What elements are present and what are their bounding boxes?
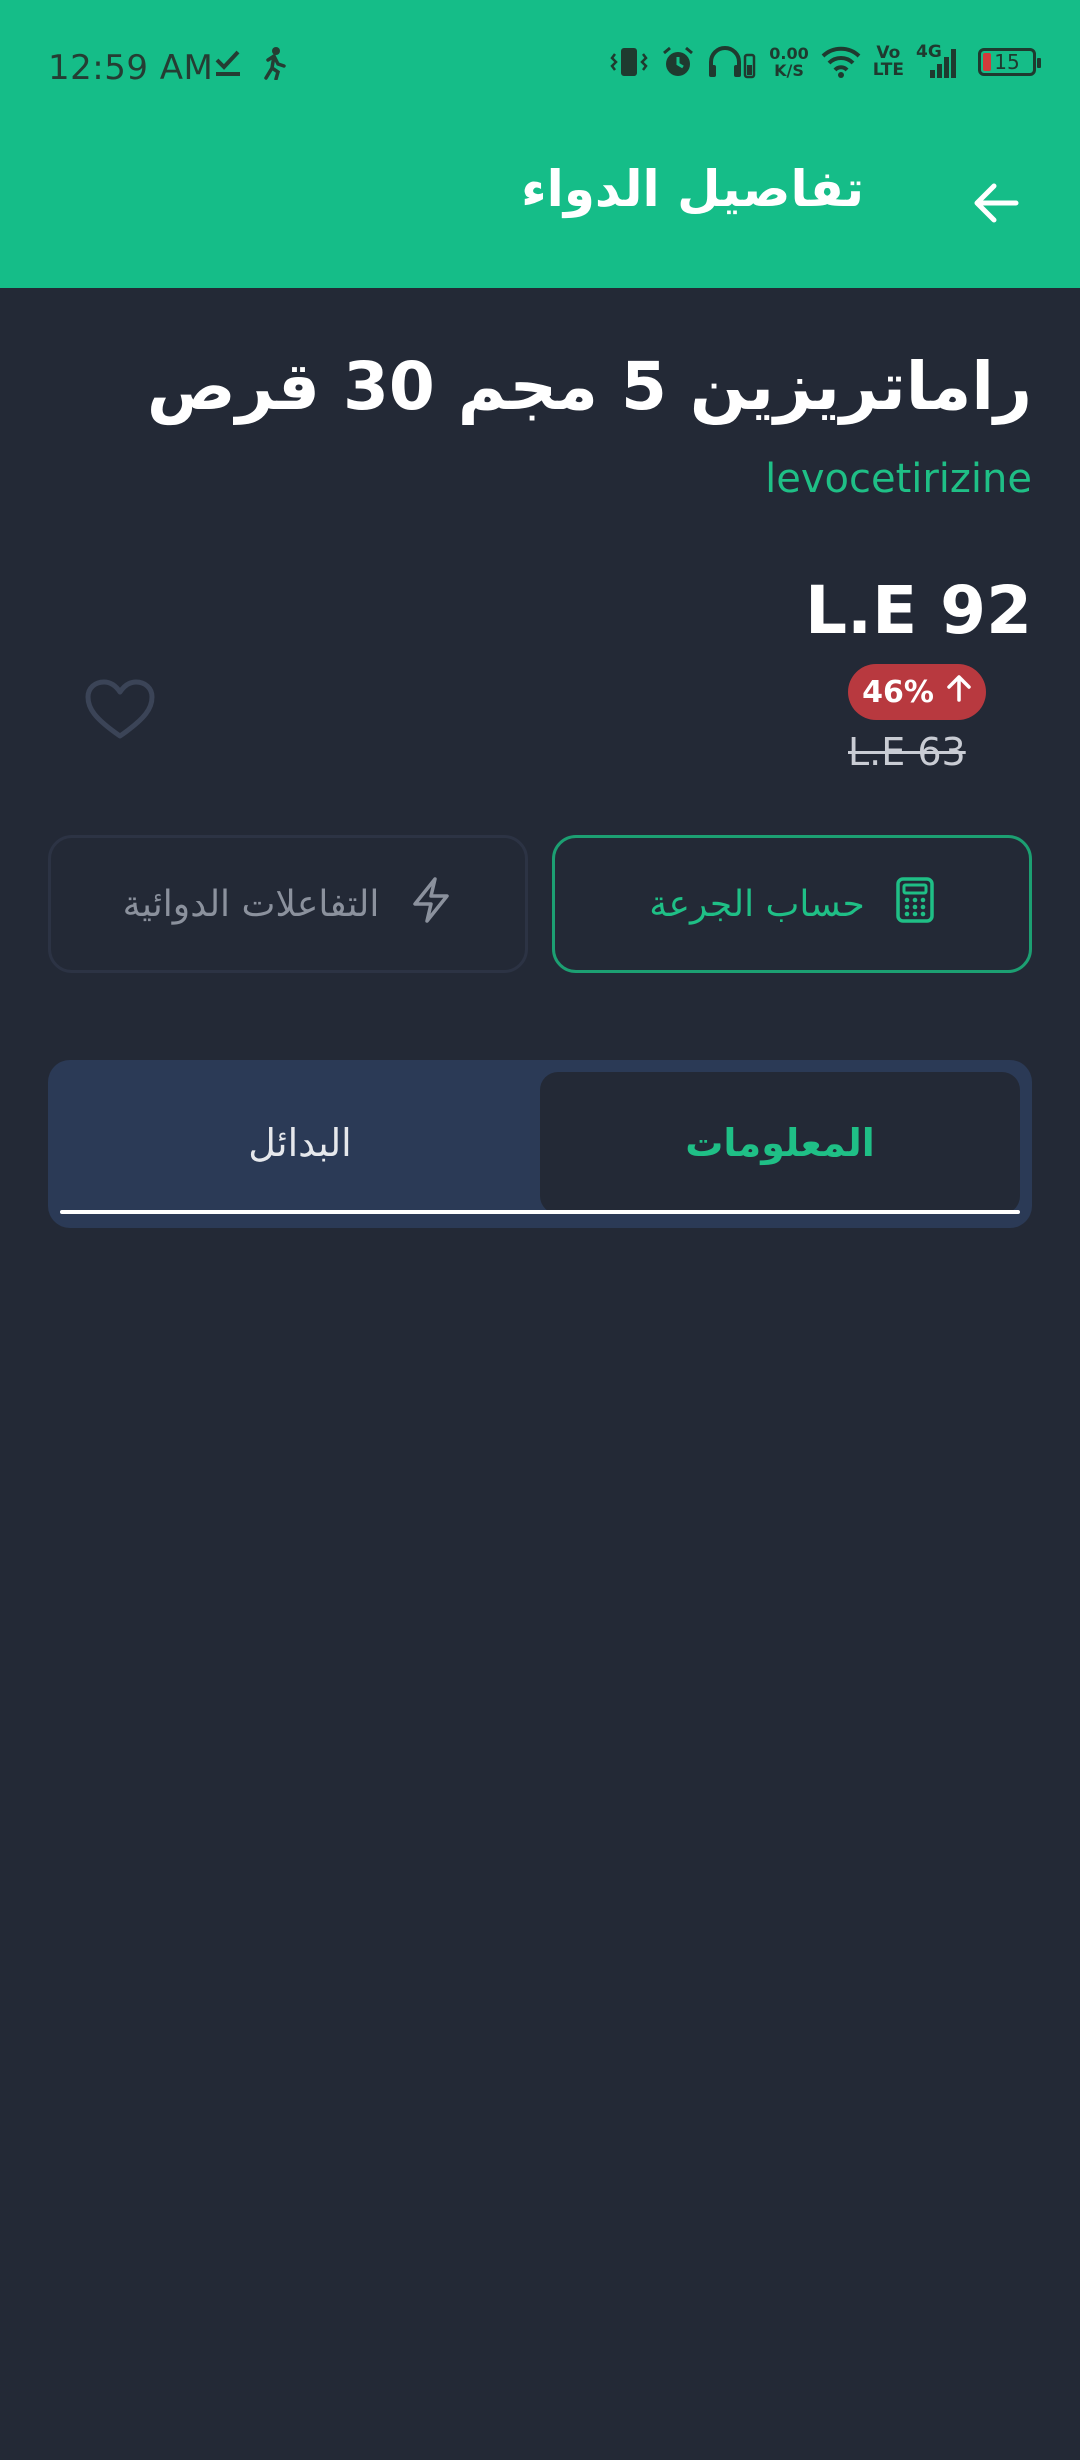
tab-alternatives[interactable]: البدائل: [60, 1072, 540, 1214]
app-bar: 12:59 AM 0.00 K/S Vo LTE 4G 15 تفاصيل ال…: [0, 0, 1080, 288]
vibrate-icon: [609, 45, 649, 79]
current-price: L.E 92: [804, 572, 1032, 649]
calculator-icon: [895, 876, 935, 933]
alarm-icon: [661, 45, 695, 79]
generic-name: levocetirizine: [765, 456, 1032, 502]
drug-interactions-button[interactable]: التفاعلات الدوائية: [48, 835, 528, 973]
wifi-icon: [821, 46, 861, 78]
page-title: تفاصيل الدواء: [521, 160, 864, 218]
dose-calculator-label: حساب الجرعة: [649, 883, 865, 925]
old-price: L.E 63: [848, 730, 966, 774]
tab-information[interactable]: المعلومات: [540, 1072, 1020, 1214]
back-button[interactable]: [966, 175, 1026, 235]
running-person-icon: [260, 46, 286, 80]
battery-icon: 15: [978, 48, 1041, 76]
drug-name: راماتريزين 5 مجم 30 قرص: [146, 348, 1032, 425]
task-check-icon: [214, 46, 242, 80]
arrow-up-icon: [946, 674, 972, 710]
price-change-badge: 46%: [848, 664, 986, 720]
status-bar: 12:59 AM 0.00 K/S Vo LTE 4G 15: [0, 0, 1080, 135]
dose-calculator-button[interactable]: حساب الجرعة: [552, 835, 1032, 973]
network-speed: 0.00 K/S: [769, 44, 809, 80]
volte-indicator: Vo LTE: [872, 43, 904, 80]
favorite-button[interactable]: [84, 678, 156, 742]
status-left-icons: [214, 46, 286, 80]
tab-indicator: [60, 1210, 1020, 1214]
status-right-icons: 0.00 K/S Vo LTE 4G 15: [609, 42, 1041, 80]
status-time: 12:59 AM: [48, 48, 214, 88]
app-screen: 12:59 AM 0.00 K/S Vo LTE 4G 15 تفاصيل ال…: [0, 0, 1080, 2460]
tab-bar: المعلومات البدائل: [48, 1060, 1032, 1228]
signal-icon: 4G: [916, 42, 960, 80]
heart-outline-icon: [84, 679, 156, 746]
lightning-icon: [409, 876, 453, 933]
drug-interactions-label: التفاعلات الدوائية: [122, 883, 380, 925]
arrow-back-icon: [972, 181, 1020, 229]
price-change-percent: 46%: [862, 674, 934, 710]
headphones-icon: [707, 45, 757, 79]
